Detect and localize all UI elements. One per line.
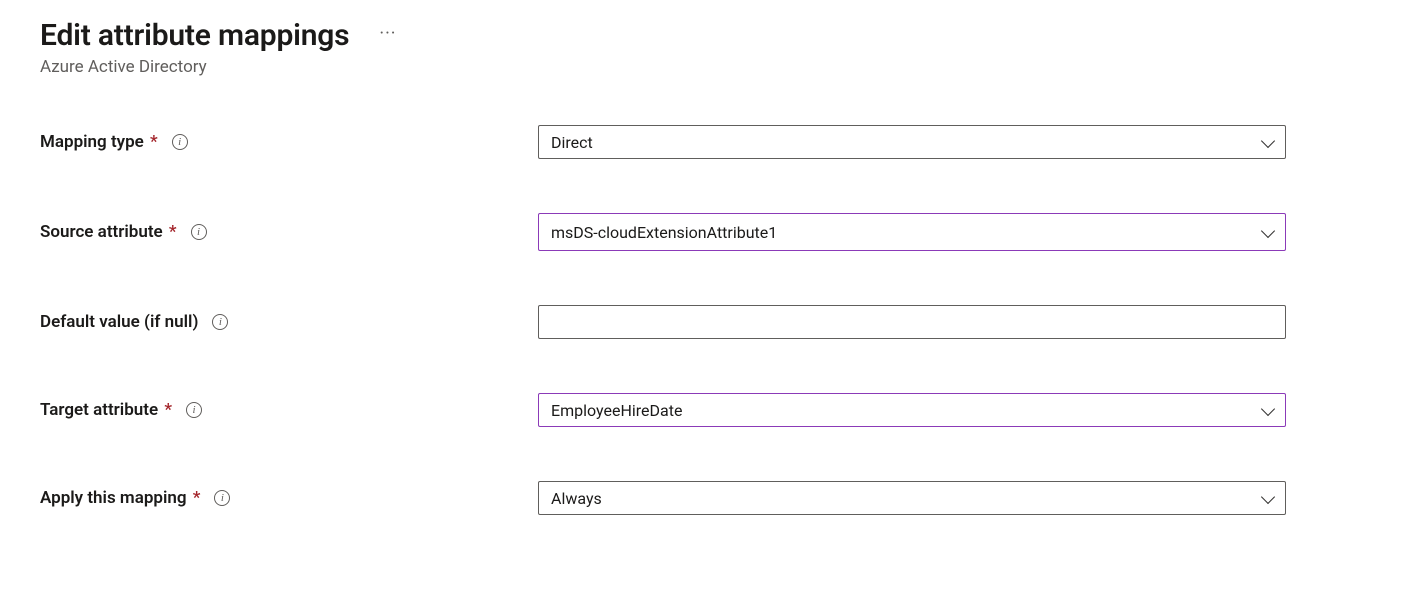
- info-icon[interactable]: i: [212, 314, 228, 330]
- more-actions-button[interactable]: ···: [373, 25, 402, 43]
- source-attribute-control: msDS-cloudExtensionAttribute1: [538, 213, 1286, 251]
- source-attribute-select[interactable]: msDS-cloudExtensionAttribute1: [538, 213, 1286, 251]
- apply-mapping-label-text: Apply this mapping: [40, 488, 187, 508]
- apply-mapping-label: Apply this mapping *: [40, 488, 200, 508]
- attribute-mapping-form: Mapping type * i Direct Source attribute…: [40, 125, 1374, 515]
- apply-mapping-row: Apply this mapping * i Always: [40, 481, 1374, 515]
- target-attribute-label-col: Target attribute * i: [40, 400, 538, 420]
- source-attribute-label-col: Source attribute * i: [40, 222, 538, 242]
- page-subtitle: Azure Active Directory: [40, 57, 1374, 77]
- info-icon[interactable]: i: [172, 134, 188, 150]
- required-indicator: *: [146, 132, 158, 152]
- default-value-label-col: Default value (if null) i: [40, 312, 538, 332]
- apply-mapping-select[interactable]: Always: [538, 481, 1286, 515]
- source-attribute-label: Source attribute *: [40, 222, 177, 242]
- apply-mapping-control: Always: [538, 481, 1286, 515]
- required-indicator: *: [189, 488, 201, 508]
- mapping-type-control: Direct: [538, 125, 1286, 159]
- info-icon[interactable]: i: [214, 490, 230, 506]
- chevron-down-icon: [1261, 491, 1275, 505]
- page-header: Edit attribute mappings ··· Azure Active…: [40, 18, 1374, 77]
- mapping-type-label-col: Mapping type * i: [40, 132, 538, 152]
- default-value-input[interactable]: [538, 305, 1286, 339]
- required-indicator: *: [165, 222, 177, 242]
- chevron-down-icon: [1261, 135, 1275, 149]
- target-attribute-row: Target attribute * i EmployeeHireDate: [40, 393, 1374, 427]
- target-attribute-label: Target attribute *: [40, 400, 172, 420]
- page-title: Edit attribute mappings: [40, 18, 349, 53]
- mapping-type-value: Direct: [551, 133, 593, 152]
- title-row: Edit attribute mappings ···: [40, 18, 1374, 53]
- apply-mapping-label-col: Apply this mapping * i: [40, 488, 538, 508]
- mapping-type-select[interactable]: Direct: [538, 125, 1286, 159]
- target-attribute-select[interactable]: EmployeeHireDate: [538, 393, 1286, 427]
- default-value-row: Default value (if null) i: [40, 305, 1374, 339]
- required-indicator: *: [160, 400, 172, 420]
- target-attribute-label-text: Target attribute: [40, 400, 158, 420]
- source-attribute-row: Source attribute * i msDS-cloudExtension…: [40, 213, 1374, 251]
- info-icon[interactable]: i: [191, 224, 207, 240]
- source-attribute-label-text: Source attribute: [40, 222, 163, 242]
- apply-mapping-value: Always: [551, 489, 602, 508]
- mapping-type-row: Mapping type * i Direct: [40, 125, 1374, 159]
- target-attribute-value: EmployeeHireDate: [551, 401, 682, 420]
- chevron-down-icon: [1261, 225, 1275, 239]
- mapping-type-label-text: Mapping type: [40, 132, 144, 152]
- source-attribute-value: msDS-cloudExtensionAttribute1: [551, 223, 777, 242]
- default-value-control: [538, 305, 1286, 339]
- chevron-down-icon: [1261, 403, 1275, 417]
- mapping-type-label: Mapping type *: [40, 132, 158, 152]
- default-value-label: Default value (if null): [40, 312, 198, 332]
- info-icon[interactable]: i: [186, 402, 202, 418]
- target-attribute-control: EmployeeHireDate: [538, 393, 1286, 427]
